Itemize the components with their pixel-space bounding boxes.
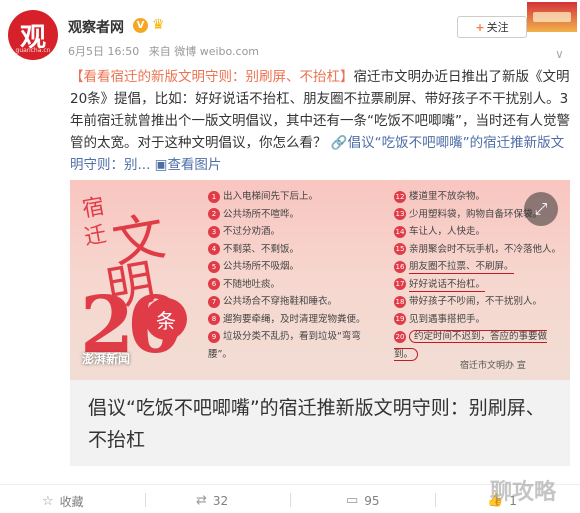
post-topic-link[interactable]: 【看看宿迁的新版文明守则：别刷屏、不抬杠】 [70, 69, 354, 85]
post-date[interactable]: 6月5日 16:50 [68, 45, 139, 58]
collect-label: 收藏 [59, 495, 84, 509]
post-meta: 6月5日 16:50 来自 微博 weibo.com [68, 43, 265, 59]
rule-item: 1 出入电梯间先下后上。 [208, 188, 383, 206]
rule-item: 15 亲朋聚会时不玩手机，不冷落他人。 [394, 243, 562, 255]
photo-source: 澎湃新闻 [82, 352, 131, 366]
divider [145, 493, 146, 507]
avatar-tag: guancha.cn [15, 47, 51, 54]
expand-icon[interactable]: ⤢ [524, 192, 558, 226]
comment-button[interactable]: ▭ 95 [346, 493, 380, 508]
verified-icon: V [133, 18, 148, 33]
rule-item: 5 公共场所不吸烟。 [208, 258, 383, 276]
comment-count: 95 [364, 493, 380, 508]
rule-item: 9 垃圾分类不乱扔，看到垃圾“弯弯腰”。 [208, 330, 361, 360]
rule-item: 17 好好说话不抬杠。 [394, 278, 486, 292]
rule-item: 7 公共场合不穿拖鞋和睡衣。 [208, 293, 383, 311]
comment-icon: ▭ [346, 493, 359, 508]
follow-button[interactable]: + 关注 [457, 16, 527, 38]
image-icon: ▣ [154, 157, 168, 173]
crown-icon: ♛ [152, 17, 165, 33]
festival-banner [527, 2, 577, 32]
post-text: 【看看宿迁的新版文明守则：别刷屏、不抬杠】宿迁市文明办近日推出了新版《文明20条… [70, 66, 575, 176]
repost-button[interactable]: ⇄ 32 [196, 493, 228, 508]
avatar[interactable]: 观 guancha.cn [8, 10, 58, 60]
article-card[interactable]: 宿 文 明 迁 20 条 1 出入电梯间先下后上。 2 公共场所不喧哗。 3 不过分劝… [70, 180, 570, 466]
post-source[interactable]: 来自 微博 weibo.com [149, 45, 259, 58]
rules-list-left: 1 出入电梯间先下后上。 2 公共场所不喧哗。 3 不过分劝酒。 4 不剩菜、不剩饭。 … [208, 188, 383, 363]
rule-item: 4 不剩菜、不剩饭。 [208, 241, 383, 259]
photo-credit: 宿迁市文明办 宣 [460, 361, 526, 371]
watermark: 聊攻略 [490, 480, 557, 505]
rule-item: 19 见到遇事搭把手。 [394, 313, 486, 325]
link-icon: 🔗 [330, 135, 348, 151]
divider [435, 493, 436, 507]
rule-item: 3 不过分劝酒。 [208, 223, 383, 241]
divider [290, 493, 291, 507]
rule-item: 2 公共场所不喧哗。 [208, 206, 383, 224]
photo-char-2: 迁 [82, 222, 109, 251]
rule-item: 6 不随地吐痰。 [208, 276, 383, 294]
rule-item: 16 朋友圈不拉票、不刷屏。 [394, 260, 514, 274]
photo-char-6: 条 [145, 298, 187, 340]
chevron-down-icon[interactable]: ∨ [555, 47, 564, 61]
user-name[interactable]: 观察者网 [68, 17, 124, 37]
repost-count: 32 [212, 493, 229, 508]
collect-button[interactable]: ☆ 收藏 [42, 493, 84, 510]
rule-item: 8 遛狗要牵绳，及时清理宠物粪便。 [208, 311, 383, 329]
follow-label: 关注 [486, 21, 509, 34]
star-icon: ☆ [42, 494, 54, 509]
card-title[interactable]: 倡议“吃饭不吧唧嘴”的宿迁推新版文明守则：别刷屏、不抬杠 [88, 392, 558, 456]
view-images-link[interactable]: 查看图片 [167, 157, 221, 173]
article-photo[interactable]: 宿 文 明 迁 20 条 1 出入电梯间先下后上。 2 公共场所不喧哗。 3 不过分劝… [70, 180, 570, 380]
plus-icon: + [475, 20, 485, 34]
rule-item: 18 带好孩子不吵闹，不干扰别人。 [394, 295, 543, 308]
repost-icon: ⇄ [196, 493, 207, 508]
